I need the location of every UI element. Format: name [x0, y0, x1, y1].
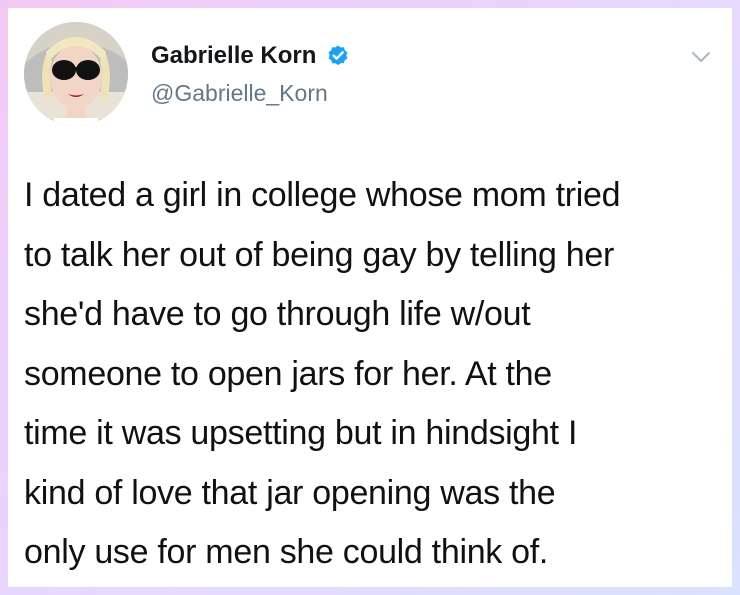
tweet-text: I dated a girl in college whose mom trie… [24, 166, 724, 583]
avatar-image [24, 22, 128, 126]
tweet-card: Gabrielle Korn @Gabrielle_Korn I dated a… [8, 8, 732, 587]
author-name-row[interactable]: Gabrielle Korn [151, 44, 350, 68]
chevron-down-icon[interactable] [690, 46, 712, 68]
author-display-name[interactable]: Gabrielle Korn [151, 44, 316, 68]
tweet-text-line: someone to open jars for her. At the [24, 354, 552, 393]
tweet-text-line: to talk her out of being gay by telling … [24, 235, 615, 274]
author-handle[interactable]: @Gabrielle_Korn [151, 82, 328, 105]
verified-badge-icon [326, 44, 350, 68]
tweet-text-line: only use for men she could think of. [24, 533, 549, 571]
tweet-text-line: I dated a girl in college whose mom trie… [24, 176, 621, 214]
avatar[interactable] [24, 22, 128, 126]
tweet-text-line: time it was upsetting but in hindsight I [24, 414, 578, 452]
tweet-text-line: she'd have to go through life w/out [24, 295, 531, 333]
tweet-text-line: kind of love that jar opening was the [24, 473, 556, 512]
